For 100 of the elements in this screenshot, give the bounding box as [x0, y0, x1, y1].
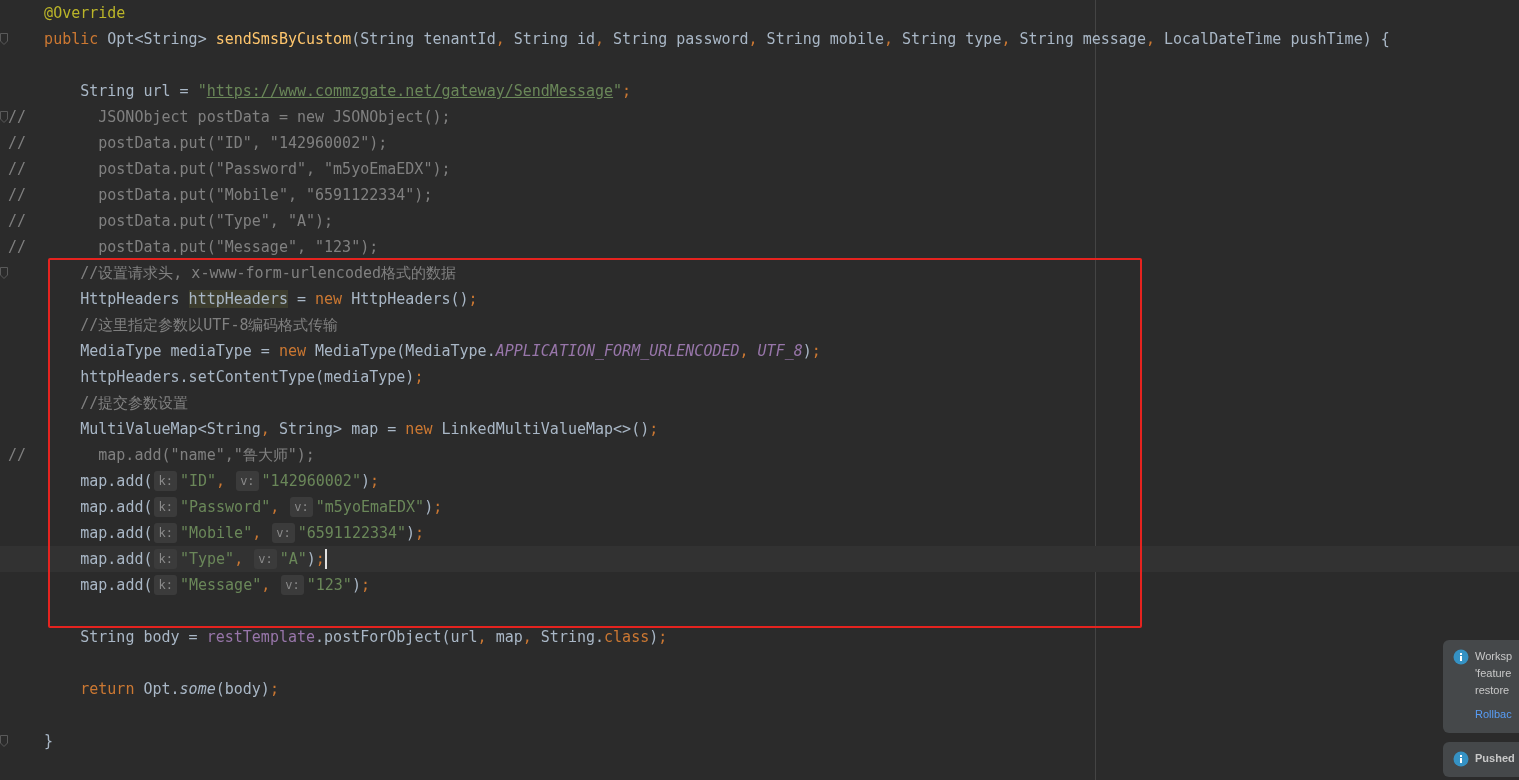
- parameter-hint: v:: [272, 523, 295, 543]
- fold-icon[interactable]: [0, 111, 8, 123]
- punctuation: ;: [468, 290, 478, 308]
- code-comment: //提交参数设置: [80, 394, 189, 412]
- fold-icon[interactable]: [0, 735, 8, 747]
- parameter-hint: v:: [290, 497, 313, 517]
- parameter-hint: k:: [154, 471, 177, 491]
- keyword: return: [80, 680, 135, 698]
- code-text: map.add(: [80, 550, 153, 568]
- field-name: restTemplate: [206, 628, 316, 646]
- code-comment: //设置请求头, x-www-form-urlencoded格式的数据: [80, 264, 456, 282]
- code-comment: //这里指定参数以UTF-8编码格式传输: [80, 316, 339, 334]
- url-link[interactable]: https://www.commzgate.net/gateway/SendMessage: [206, 82, 614, 100]
- comment-marker: //: [8, 133, 27, 154]
- punctuation: ,: [1001, 30, 1012, 48]
- parameter-hint: v:: [236, 471, 259, 491]
- string-literal: "Mobile": [179, 524, 253, 542]
- string-literal: ": [613, 82, 623, 100]
- punctuation: ;: [415, 524, 425, 542]
- punctuation: ,: [522, 628, 533, 646]
- string-literal: "ID": [179, 472, 217, 490]
- punctuation: ,: [270, 498, 281, 516]
- punctuation: ;: [622, 82, 632, 100]
- notification-text: 'feature: [1475, 666, 1513, 681]
- code-text: String password: [613, 30, 749, 48]
- punctuation: ;: [649, 420, 659, 438]
- code-text: String message: [1019, 30, 1146, 48]
- punctuation: ,: [495, 30, 506, 48]
- fold-icon[interactable]: [0, 33, 8, 45]
- rollback-link[interactable]: Rollbac: [1475, 706, 1513, 723]
- string-literal: "Message": [179, 576, 262, 594]
- code-text: String.: [540, 628, 605, 646]
- code-text: ): [351, 576, 361, 594]
- comment-marker: //: [8, 185, 27, 206]
- punctuation: ,: [477, 628, 488, 646]
- notification-text: Worksp: [1475, 649, 1513, 664]
- code-text: ): [649, 628, 659, 646]
- code-text: map.add(: [80, 576, 153, 594]
- punctuation: ,: [739, 342, 750, 360]
- keyword: new: [405, 420, 433, 438]
- code-text: httpHeaders.setContentType(mediaType): [80, 368, 415, 386]
- code-text: String mobile: [766, 30, 884, 48]
- code-text: HttpHeaders(): [350, 290, 469, 308]
- punctuation: ;: [369, 472, 379, 490]
- parameter-hint: k:: [154, 549, 177, 569]
- punctuation: ,: [748, 30, 759, 48]
- code-text: map.add(: [80, 472, 153, 490]
- parameter-hint: k:: [154, 575, 177, 595]
- punctuation: ,: [234, 550, 245, 568]
- punctuation: ,: [261, 576, 272, 594]
- code-comment: postData.put("Password", "m5yoEmaEDX");: [98, 160, 451, 178]
- code-text: ): [360, 472, 370, 490]
- string-literal: "123": [306, 576, 352, 594]
- code-text: =: [295, 290, 307, 308]
- info-icon: [1453, 649, 1469, 665]
- code-text: map.add(: [80, 498, 153, 516]
- punctuation: ;: [315, 550, 325, 568]
- code-text: ): [424, 498, 434, 516]
- code-text: ): [306, 550, 316, 568]
- code-text: String url =: [80, 82, 190, 100]
- code-text: map.add(: [80, 524, 153, 542]
- punctuation: ,: [884, 30, 895, 48]
- code-text: (body): [215, 680, 270, 698]
- code-text: LinkedMultiValueMap<>(): [440, 420, 650, 438]
- comment-marker: //: [8, 107, 27, 128]
- code-text: Opt<String>: [106, 30, 208, 48]
- notification-text: restore: [1475, 683, 1511, 698]
- code-comment: postData.put("ID", "142960002");: [98, 134, 388, 152]
- code-text: ): [406, 524, 416, 542]
- punctuation: ;: [269, 680, 279, 698]
- code-text: MediaType(MediaType.: [314, 342, 496, 360]
- string-literal: "Password": [179, 498, 271, 516]
- punctuation: ,: [1145, 30, 1156, 48]
- constant-name: UTF_8: [757, 342, 803, 360]
- method-call: some: [179, 680, 216, 698]
- code-text: (String tenantId: [351, 30, 496, 48]
- text-cursor: [324, 549, 327, 569]
- comment-marker: //: [8, 211, 27, 232]
- comment-marker: //: [8, 445, 27, 466]
- code-text: String id: [513, 30, 595, 48]
- code-text: LocalDateTime pushTime) {: [1164, 30, 1390, 48]
- punctuation: ,: [216, 472, 227, 490]
- punctuation: ;: [360, 576, 370, 594]
- code-text: String> map =: [278, 420, 398, 438]
- code-text: String type: [902, 30, 1002, 48]
- fold-icon[interactable]: [0, 267, 8, 279]
- punctuation: ,: [260, 420, 271, 438]
- info-icon: [1453, 751, 1469, 767]
- code-comment: postData.put("Mobile", "6591122334");: [98, 186, 433, 204]
- code-text: HttpHeaders: [80, 290, 181, 308]
- punctuation: ;: [811, 342, 821, 360]
- keyword: public: [44, 30, 99, 48]
- constant-name: APPLICATION_FORM_URLENCODED: [495, 342, 740, 360]
- keyword: new: [315, 290, 343, 308]
- string-literal: "142960002": [261, 472, 361, 490]
- comment-marker: //: [8, 237, 27, 258]
- string-literal: ": [197, 82, 207, 100]
- punctuation: ;: [414, 368, 424, 386]
- punctuation: ;: [658, 628, 668, 646]
- parameter-hint: v:: [254, 549, 277, 569]
